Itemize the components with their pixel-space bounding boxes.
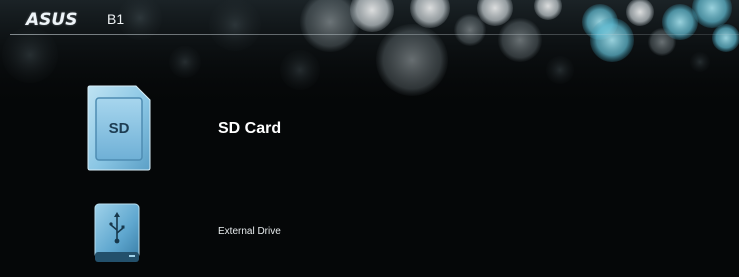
usb-drive-icon [94, 203, 140, 262]
menu-item-sd-card[interactable]: SD SD Card [0, 84, 739, 174]
menu-item-external-drive[interactable]: External Drive [0, 198, 739, 268]
header-bar: ASUS B1 [0, 0, 739, 34]
sd-icon-text: SD [109, 120, 130, 137]
header-divider [10, 34, 739, 35]
brand-logo: ASUS [26, 10, 78, 30]
sd-card-icon: SD [87, 85, 151, 171]
model-name: B1 [107, 11, 125, 27]
sd-card-label: SD Card [218, 120, 282, 137]
external-drive-label: External Drive [218, 226, 281, 237]
media-source-screen: ASUS B1 SD SD Card External Drive [0, 0, 739, 277]
